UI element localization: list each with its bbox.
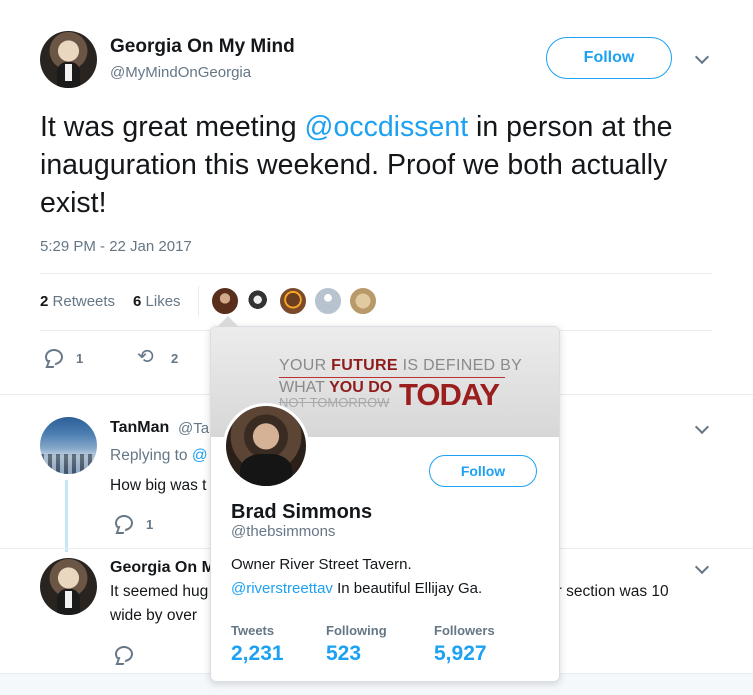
retweet-icon[interactable]: ⟲ xyxy=(137,344,154,369)
chevron-down-icon[interactable] xyxy=(694,419,710,435)
tweet-text-start: It was great meeting xyxy=(40,111,305,143)
hovercard-follow-button[interactable]: Follow xyxy=(429,455,537,487)
stats-separator xyxy=(198,286,199,316)
bio-text: In beautiful Ellijay Ga. xyxy=(332,580,483,597)
replying-to-label: Replying to xyxy=(110,447,188,464)
reply-count: 1 xyxy=(76,351,84,366)
reply-text-line2: wide by over xyxy=(110,607,198,624)
author-name[interactable]: Georgia On My Mind xyxy=(110,36,295,58)
profile-avatar[interactable] xyxy=(223,403,309,489)
author-avatar[interactable] xyxy=(40,31,97,88)
chevron-down-icon[interactable] xyxy=(694,49,710,65)
likes-stat[interactable]: 6 Likes xyxy=(133,293,181,310)
retweets-stat[interactable]: 2 Retweets xyxy=(40,293,115,310)
profile-bio-line2: @riverstreettav In beautiful Ellijay Ga. xyxy=(231,580,482,597)
bio-link[interactable]: @riverstreettav xyxy=(231,580,333,597)
stat-following-value[interactable]: 523 xyxy=(326,642,361,666)
reply-author-avatar[interactable] xyxy=(40,558,97,615)
retweets-label: Retweets xyxy=(52,293,116,310)
retweet-count: 2 xyxy=(171,351,179,366)
likes-count: 6 xyxy=(133,293,142,310)
reply-text: How big was t xyxy=(110,477,207,494)
liker-avatar[interactable] xyxy=(210,286,240,316)
chevron-down-icon[interactable] xyxy=(694,559,710,575)
profile-handle[interactable]: @thebsimmons xyxy=(231,523,335,540)
tweet-text: It was great meeting @occdissent in pers… xyxy=(40,108,700,222)
replying-to: Replying to @ xyxy=(110,447,208,465)
follow-button-label: Follow xyxy=(583,49,635,66)
reply-count: 1 xyxy=(146,517,154,532)
liker-avatar[interactable] xyxy=(348,286,378,316)
divider xyxy=(40,273,712,274)
reply-text-line1-left: It seemed hug xyxy=(110,583,209,600)
reply-text-line1-right: er section was 10 xyxy=(548,583,669,600)
retweets-count: 2 xyxy=(40,293,49,310)
author-handle[interactable]: @MyMindOnGeorgia xyxy=(110,64,251,81)
thread-line xyxy=(65,480,68,552)
reply-author-avatar[interactable] xyxy=(40,417,97,474)
liker-avatar[interactable] xyxy=(278,286,308,316)
reply-icon[interactable] xyxy=(115,515,133,531)
banner-big-word: TODAY xyxy=(399,377,500,412)
reply-icon[interactable] xyxy=(45,349,63,365)
stat-followers-label[interactable]: Followers xyxy=(434,623,495,638)
liker-avatar[interactable] xyxy=(313,286,343,316)
stat-tweets-label[interactable]: Tweets xyxy=(231,623,274,638)
reply-author-name[interactable]: TanMan xyxy=(110,419,169,437)
banner-line3: NOT TOMORROW xyxy=(279,395,390,410)
follow-button[interactable]: Follow xyxy=(546,37,672,79)
profile-bio-line1: Owner River Street Tavern. xyxy=(231,556,412,573)
stat-followers-value[interactable]: 5,927 xyxy=(434,642,487,666)
stat-tweets-value[interactable]: 2,231 xyxy=(231,642,284,666)
banner-line1: YOUR FUTURE IS DEFINED BY xyxy=(279,357,523,374)
profile-hovercard: YOUR FUTURE IS DEFINED BY WHAT YOU DO NO… xyxy=(210,316,560,682)
reply-icon[interactable] xyxy=(115,646,133,662)
reply-author-name[interactable]: Georgia On M xyxy=(110,559,215,577)
reply-author-handle[interactable]: @Ta xyxy=(178,420,209,437)
likes-label: Likes xyxy=(145,293,181,310)
replying-to-handle[interactable]: @ xyxy=(192,447,208,464)
stat-following-label[interactable]: Following xyxy=(326,623,387,638)
mention-link[interactable]: @occdissent xyxy=(305,111,469,143)
profile-name[interactable]: Brad Simmons xyxy=(231,501,372,524)
liker-avatar[interactable] xyxy=(244,286,274,316)
tweet-timestamp[interactable]: 5:29 PM - 22 Jan 2017 xyxy=(40,238,192,255)
hovercard-follow-label: Follow xyxy=(460,463,506,479)
